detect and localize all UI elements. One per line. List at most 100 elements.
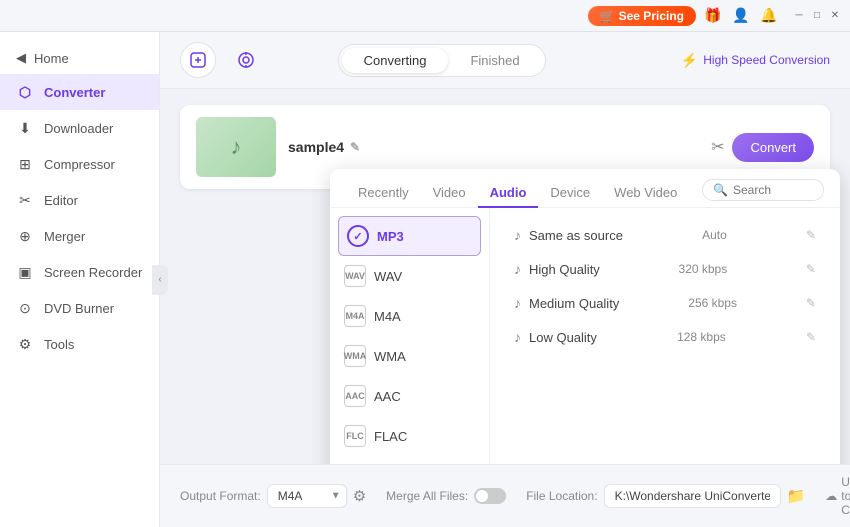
edit-filename-icon[interactable]: ✎ xyxy=(350,140,360,154)
wma-icon: WMA xyxy=(344,345,366,367)
converter-area: ♪ sample4 ✎ ✂ Convert Recently xyxy=(160,89,850,464)
quality-edit-icon-3[interactable]: ✎ xyxy=(806,296,816,310)
wav-icon: WAV xyxy=(344,265,366,287)
sidebar-item-downloader[interactable]: ⬇ Downloader xyxy=(0,110,159,146)
file-location-field: File Location: 📁 xyxy=(526,484,805,508)
output-format-select[interactable]: M4A MP3 WAV xyxy=(267,484,347,508)
merger-icon: ⊕ xyxy=(16,227,34,245)
close-button[interactable]: ✕ xyxy=(828,9,842,23)
mp3-check-icon: ✓ xyxy=(347,225,369,247)
compressor-icon: ⊞ xyxy=(16,155,34,173)
settings-format-icon[interactable]: ⚙ xyxy=(353,487,366,505)
music-note-icon: ♪ xyxy=(231,134,242,160)
settings-button[interactable] xyxy=(228,42,264,78)
output-format-select-wrapper: M4A MP3 WAV ▼ xyxy=(267,484,347,508)
add-file-button[interactable] xyxy=(180,42,216,78)
sidebar-item-editor[interactable]: ✂ Editor xyxy=(0,182,159,218)
format-item-ac3[interactable]: AC3 AC3 xyxy=(330,456,489,464)
quality-low[interactable]: ♪ Low Quality 128 kbps ✎ xyxy=(504,320,826,354)
music-icon-2: ♪ xyxy=(514,261,521,277)
search-icon: 🔍 xyxy=(713,183,728,197)
format-tab-audio[interactable]: Audio xyxy=(478,179,539,208)
convert-button[interactable]: Convert xyxy=(732,133,814,162)
music-icon-3: ♪ xyxy=(514,295,521,311)
pricing-button[interactable]: 🛒 See Pricing xyxy=(588,6,696,26)
tab-converting[interactable]: Converting xyxy=(342,48,449,73)
high-speed-button[interactable]: ⚡ High Speed Conversion xyxy=(681,52,830,69)
music-icon-4: ♪ xyxy=(514,329,521,345)
minimize-button[interactable]: ─ xyxy=(792,9,806,23)
sidebar-home[interactable]: ◀ Home xyxy=(0,42,159,74)
downloader-icon: ⬇ xyxy=(16,119,34,137)
quality-same-as-source[interactable]: ♪ Same as source Auto ✎ xyxy=(504,218,826,252)
file-info: sample4 ✎ xyxy=(288,139,699,155)
format-item-wma[interactable]: WMA WMA xyxy=(330,336,489,376)
file-actions: ✂ Convert xyxy=(711,133,814,162)
main-content: Converting Finished ⚡ High Speed Convers… xyxy=(160,32,850,527)
format-item-m4a[interactable]: M4A M4A xyxy=(330,296,489,336)
format-list: ✓ MP3 WAV WAV M4A M4A WMA xyxy=(330,208,490,464)
file-thumbnail: ♪ xyxy=(196,117,276,177)
upload-cloud-button[interactable]: ☁ Upload to Cloud xyxy=(825,475,850,517)
file-location-label: File Location: xyxy=(526,489,597,503)
file-location-input[interactable] xyxy=(604,484,781,508)
converter-icon: ⬡ xyxy=(16,83,34,101)
music-icon-1: ♪ xyxy=(514,227,521,243)
merge-field: Merge All Files: xyxy=(386,488,506,504)
format-body: ✓ MP3 WAV WAV M4A M4A WMA xyxy=(330,208,840,464)
flac-icon: FLC xyxy=(344,425,366,447)
file-name: sample4 ✎ xyxy=(288,139,699,155)
merge-toggle[interactable] xyxy=(474,488,506,504)
fire-icon: 🛒 xyxy=(600,9,615,23)
tools-icon: ⚙ xyxy=(16,335,34,353)
user-icon[interactable]: 👤 xyxy=(730,5,752,27)
format-popup: Recently Video Audio Device Web Video xyxy=(330,169,840,464)
toolbar: Converting Finished ⚡ High Speed Convers… xyxy=(160,32,850,89)
aac-icon: AAC xyxy=(344,385,366,407)
output-format-field: Output Format: M4A MP3 WAV ▼ ⚙ xyxy=(180,484,366,508)
sidebar-item-screen-recorder[interactable]: ▣ Screen Recorder xyxy=(0,254,159,290)
editor-icon: ✂ xyxy=(16,191,34,209)
format-item-mp3[interactable]: ✓ MP3 xyxy=(338,216,481,256)
format-item-flac[interactable]: FLC FLAC xyxy=(330,416,489,456)
format-search: 🔍 xyxy=(702,179,824,201)
back-icon: ◀ xyxy=(16,50,26,66)
format-tab-video[interactable]: Video xyxy=(421,179,478,208)
gift-icon[interactable]: 🎁 xyxy=(702,5,724,27)
titlebar: 🛒 See Pricing 🎁 👤 🔔 ─ □ ✕ xyxy=(0,0,850,32)
sidebar-item-merger[interactable]: ⊕ Merger xyxy=(0,218,159,254)
dvd-burner-icon: ⊙ xyxy=(16,299,34,317)
format-tab-device[interactable]: Device xyxy=(538,179,602,208)
quality-edit-icon-1[interactable]: ✎ xyxy=(806,228,816,242)
format-tab-web-video[interactable]: Web Video xyxy=(602,179,689,208)
quality-edit-icon-2[interactable]: ✎ xyxy=(806,262,816,276)
bell-icon[interactable]: 🔔 xyxy=(758,5,780,27)
format-qualities: ♪ Same as source Auto ✎ ♪ High Quality xyxy=(490,208,840,464)
quality-medium[interactable]: ♪ Medium Quality 256 kbps ✎ xyxy=(504,286,826,320)
format-item-wav[interactable]: WAV WAV xyxy=(330,256,489,296)
format-item-aac[interactable]: AAC AAC xyxy=(330,376,489,416)
screen-recorder-icon: ▣ xyxy=(16,263,34,281)
tab-finished[interactable]: Finished xyxy=(448,48,541,73)
cloud-icon: ☁ xyxy=(825,489,837,503)
sidebar-item-dvd-burner[interactable]: ⊙ DVD Burner xyxy=(0,290,159,326)
sidebar-item-converter[interactable]: ⬡ Converter xyxy=(0,74,159,110)
format-tab-recently[interactable]: Recently xyxy=(346,179,421,208)
sidebar-item-compressor[interactable]: ⊞ Compressor xyxy=(0,146,159,182)
maximize-button[interactable]: □ xyxy=(810,9,824,23)
tab-group: Converting Finished xyxy=(338,44,546,77)
m4a-icon: M4A xyxy=(344,305,366,327)
format-tabs: Recently Video Audio Device Web Video xyxy=(330,169,840,208)
lightning-icon: ⚡ xyxy=(681,52,698,69)
folder-icon[interactable]: 📁 xyxy=(787,487,806,505)
output-format-label: Output Format: xyxy=(180,489,261,503)
quality-edit-icon-4[interactable]: ✎ xyxy=(806,330,816,344)
bottom-bar: Output Format: M4A MP3 WAV ▼ ⚙ Merge All… xyxy=(160,464,850,527)
scissors-icon[interactable]: ✂ xyxy=(711,137,724,157)
merge-label: Merge All Files: xyxy=(386,489,468,503)
format-search-input[interactable] xyxy=(733,183,813,197)
sidebar-item-tools[interactable]: ⚙ Tools xyxy=(0,326,159,362)
sidebar: ◀ Home ⬡ Converter ⬇ Downloader ⊞ Compre… xyxy=(0,32,160,527)
sidebar-collapse-button[interactable]: ‹ xyxy=(152,265,168,295)
quality-high[interactable]: ♪ High Quality 320 kbps ✎ xyxy=(504,252,826,286)
